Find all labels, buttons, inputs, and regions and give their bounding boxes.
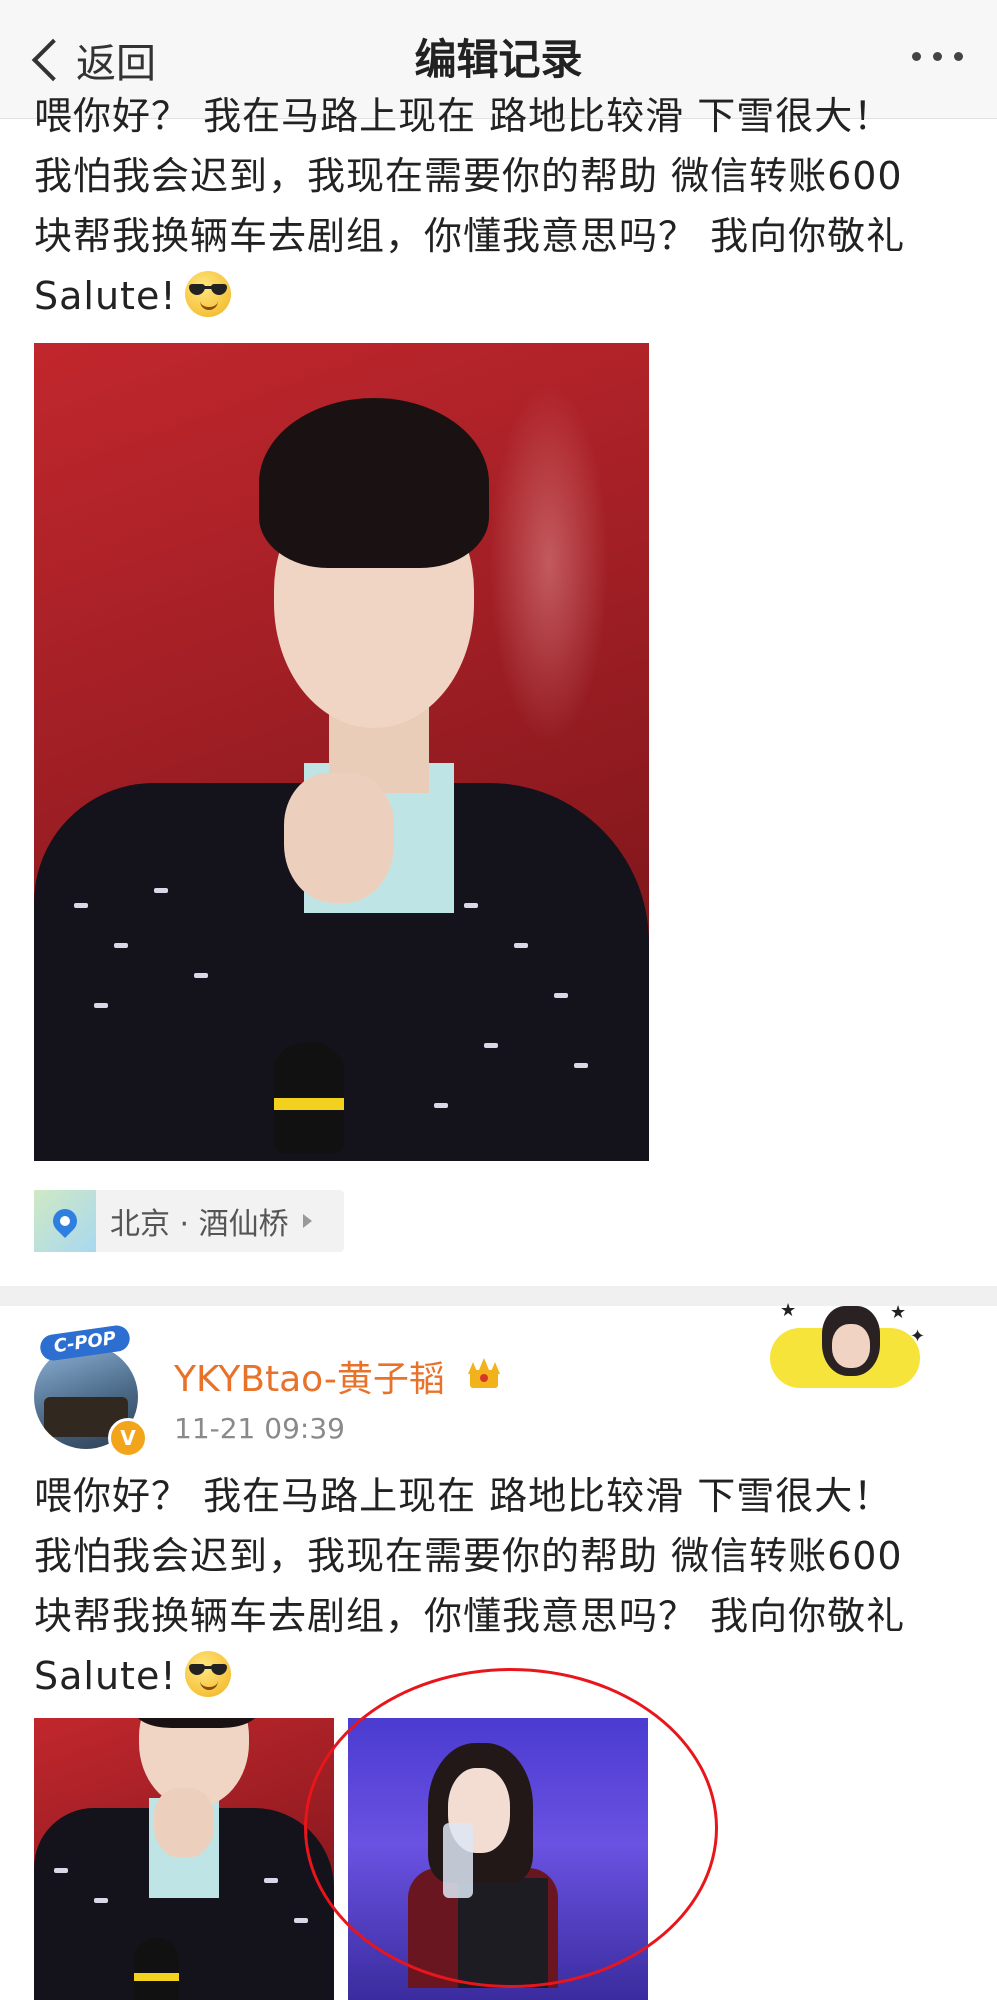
annotation-red-circle — [304, 1668, 718, 1988]
post2-photo-1[interactable] — [34, 1718, 334, 2000]
username[interactable]: YKYBtao-黄子韬 — [174, 1350, 445, 1402]
location-map-thumbnail — [34, 1190, 96, 1252]
post1-photo[interactable] — [34, 343, 649, 1161]
crown-icon — [466, 1358, 502, 1392]
card-decoration: ★ ★ ✦ — [770, 1300, 930, 1390]
verified-badge-icon: V — [108, 1418, 148, 1458]
chevron-right-icon — [302, 1214, 312, 1228]
location-pin-icon — [48, 1204, 82, 1238]
location-text: 北京 · 酒仙桥 — [110, 1207, 289, 1242]
more-dots-icon[interactable] — [912, 52, 963, 61]
sunglasses-emoji-icon — [184, 1651, 231, 1697]
post-time: 11-21 09:39 — [174, 1412, 345, 1445]
edit-history-page: 返回 编辑记录 喂你好？ 我在马路上现在 路地比较滑 下雪很大！ 我怕我会迟到，… — [0, 0, 997, 2000]
sunglasses-emoji-icon — [184, 271, 231, 317]
post2-text-body: 喂你好？ 我在马路上现在 路地比较滑 下雪很大！ 我怕我会迟到，我现在需要你的帮… — [34, 1474, 906, 1698]
location-tag[interactable]: 北京 · 酒仙桥 — [34, 1190, 344, 1252]
page-title: 编辑记录 — [414, 35, 583, 84]
post1-text: 喂你好？ 我在马路上现在 路地比较滑 下雪很大！ 我怕我会迟到，我现在需要你的帮… — [34, 86, 964, 326]
post1-text-body: 喂你好？ 我在马路上现在 路地比较滑 下雪很大！ 我怕我会迟到，我现在需要你的帮… — [34, 94, 906, 318]
